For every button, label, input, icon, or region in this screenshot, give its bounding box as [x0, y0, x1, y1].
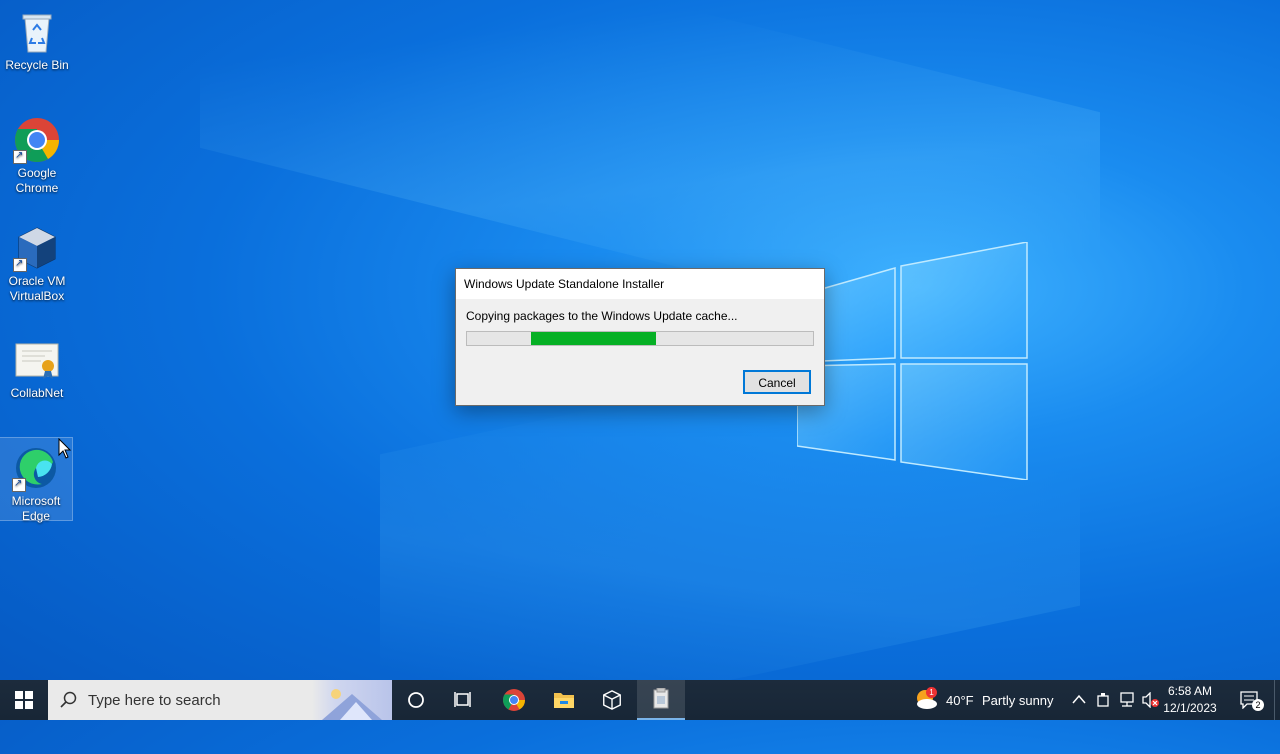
virtualbox-icon	[603, 690, 621, 710]
virtualbox-icon	[13, 224, 61, 272]
task-view-icon	[454, 692, 471, 707]
edge-icon	[12, 444, 60, 492]
desktop-icon-label: Edge	[21, 509, 51, 523]
installer-icon	[653, 688, 669, 709]
system-clock[interactable]: 6:58 AM 12/1/2023	[1158, 683, 1222, 717]
desktop-icon-label: CollabNet	[10, 386, 64, 400]
shortcut-arrow-icon	[12, 476, 26, 492]
dialog-title: Windows Update Standalone Installer	[456, 269, 824, 299]
clock-date: 12/1/2023	[1163, 701, 1217, 715]
shortcut-arrow-icon	[13, 148, 27, 164]
network-icon[interactable]	[1118, 692, 1136, 708]
chrome-icon	[503, 689, 525, 711]
weather-alert-badge: 1	[926, 687, 937, 698]
start-button[interactable]	[0, 680, 48, 720]
certificate-icon	[13, 336, 61, 384]
desktop-icon-label: Chrome	[15, 181, 59, 195]
dialog-message: Copying packages to the Windows Update c…	[466, 309, 738, 323]
weather-temperature[interactable]: 40°F	[946, 693, 974, 708]
desktop-icon-label: Recycle Bin	[5, 58, 69, 72]
desktop-icon-label: Google	[17, 166, 57, 180]
wallpaper-windows-logo	[797, 242, 1028, 480]
taskbar-update-installer[interactable]	[637, 680, 685, 720]
clock-time: 6:58 AM	[1167, 684, 1213, 698]
notification-count-badge: 2	[1252, 699, 1264, 711]
desktop-icon-recycle-bin[interactable]: Recycle Bin	[0, 2, 74, 74]
desktop-icon-collabnet[interactable]: CollabNet	[0, 330, 74, 402]
progress-bar	[466, 331, 814, 346]
chevron-up-icon[interactable]	[1072, 694, 1086, 704]
mouse-cursor-icon	[58, 438, 72, 459]
update-installer-dialog: Windows Update Standalone Installer Copy…	[455, 268, 825, 406]
recycle-bin-icon	[13, 8, 61, 56]
usb-device-icon[interactable]	[1096, 692, 1110, 708]
desktop-icon-label: Oracle VM	[8, 274, 66, 288]
desktop-icon-virtualbox[interactable]: Oracle VM VirtualBox	[0, 218, 74, 308]
cortana-icon	[408, 692, 424, 708]
desktop-icon-label: VirtualBox	[9, 289, 65, 303]
search-highlight-art	[312, 680, 392, 720]
search-placeholder: Type here to search	[88, 691, 221, 709]
chrome-icon	[13, 116, 61, 164]
desktop-icon-label: Microsoft	[11, 494, 61, 508]
cancel-button[interactable]: Cancel	[743, 370, 811, 394]
taskbar-chrome[interactable]	[490, 680, 538, 720]
progress-bar-fill	[531, 332, 656, 345]
taskbar-file-explorer[interactable]	[540, 680, 588, 720]
desktop-icon-google-chrome[interactable]: Google Chrome	[0, 110, 74, 200]
show-desktop-button[interactable]	[1274, 680, 1280, 720]
task-view-button[interactable]	[440, 680, 488, 720]
windows-start-icon	[15, 691, 33, 709]
cortana-button[interactable]	[392, 680, 440, 720]
search-icon	[60, 691, 77, 708]
file-explorer-icon	[554, 693, 574, 708]
weather-condition[interactable]: Partly sunny	[982, 693, 1054, 708]
taskbar-search-box[interactable]: Type here to search	[48, 680, 392, 720]
taskbar: Type here to search 1 40°F Partly sunny …	[0, 680, 1280, 720]
taskbar-virtualbox[interactable]	[588, 680, 636, 720]
shortcut-arrow-icon	[13, 256, 27, 272]
